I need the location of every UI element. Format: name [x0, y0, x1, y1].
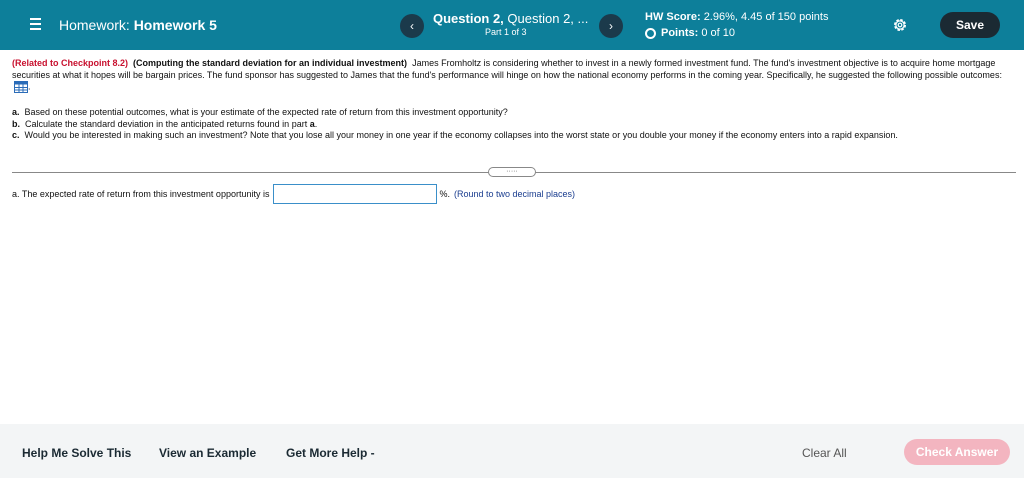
points: Points: 0 of 10	[645, 27, 735, 39]
homework-title: Homework: Homework 5	[59, 17, 217, 33]
next-question-button[interactable]: ›	[599, 14, 623, 38]
part-b-label: b.	[12, 118, 20, 129]
question-part: Part 1 of 3	[485, 27, 527, 37]
part-b-end: .	[314, 118, 318, 129]
view-example-button[interactable]: View an Example	[159, 446, 256, 460]
previous-question-button[interactable]: ‹	[400, 14, 424, 38]
answer-row: a. The expected rate of return from this…	[12, 184, 575, 204]
hamburger-icon[interactable]	[30, 18, 42, 30]
homework-name: Homework 5	[133, 17, 217, 33]
expected-return-input[interactable]	[273, 184, 438, 204]
table-icon-period: .	[28, 81, 31, 92]
homework-label: Homework:	[59, 17, 130, 33]
part-c-text: Would you be interested in making such a…	[24, 130, 898, 140]
save-button[interactable]: Save	[940, 12, 1000, 38]
related-checkpoint: (Related to Checkpoint 8.2)	[12, 58, 129, 68]
points-value: 0 of 10	[701, 27, 735, 39]
gear-icon[interactable]	[892, 17, 908, 33]
part-c-label: c.	[12, 130, 20, 140]
points-circle-icon	[645, 27, 656, 39]
part-a: a. Based on these potential outcomes, wh…	[12, 107, 1016, 119]
problem-statement: (Related to Checkpoint 8.2) (Computing t…	[12, 58, 1016, 142]
help-me-solve-button[interactable]: Help Me Solve This	[22, 446, 131, 460]
top-bar: Homework: Homework 5 ‹ Question 2, Quest…	[0, 0, 1024, 50]
check-answer-button[interactable]: Check Answer	[904, 439, 1010, 465]
get-more-help-button[interactable]: Get More Help -	[286, 446, 375, 460]
points-label: Points:	[661, 27, 699, 39]
problem-title: (Computing the standard deviation for an…	[133, 58, 408, 68]
question-parts: a. Based on these potential outcomes, wh…	[12, 107, 1016, 142]
hw-score-value: 2.96%, 4.45 of 150 points	[703, 11, 829, 23]
clear-all-button[interactable]: Clear All	[802, 446, 847, 460]
part-a-label: a.	[12, 107, 20, 117]
part-b: b. Calculate the standard deviation in t…	[12, 119, 1016, 131]
problem-intro: (Related to Checkpoint 8.2) (Computing t…	[12, 58, 1016, 93]
table-icon[interactable]	[14, 81, 28, 93]
footer-bar: Help Me Solve This View an Example Get M…	[0, 424, 1024, 478]
hw-score-label: HW Score:	[645, 11, 701, 23]
part-b-text: Calculate the standard deviation in the …	[25, 118, 308, 129]
question-title: Question 2, Question 2, ...	[433, 11, 588, 26]
answer-suffix: %.	[439, 189, 450, 199]
rounding-hint: (Round to two decimal places)	[453, 189, 576, 199]
part-a-text: Based on these potential outcomes, what …	[24, 107, 508, 117]
expand-button[interactable]: ·····	[488, 167, 536, 177]
hw-score: HW Score: 2.96%, 4.45 of 150 points	[645, 11, 828, 23]
question-title-bold: Question 2,	[433, 11, 504, 26]
part-c: c. Would you be interested in making suc…	[12, 130, 1016, 142]
answer-prompt: a. The expected rate of return from this…	[12, 189, 270, 199]
question-title-rest: Question 2, ...	[507, 11, 589, 26]
